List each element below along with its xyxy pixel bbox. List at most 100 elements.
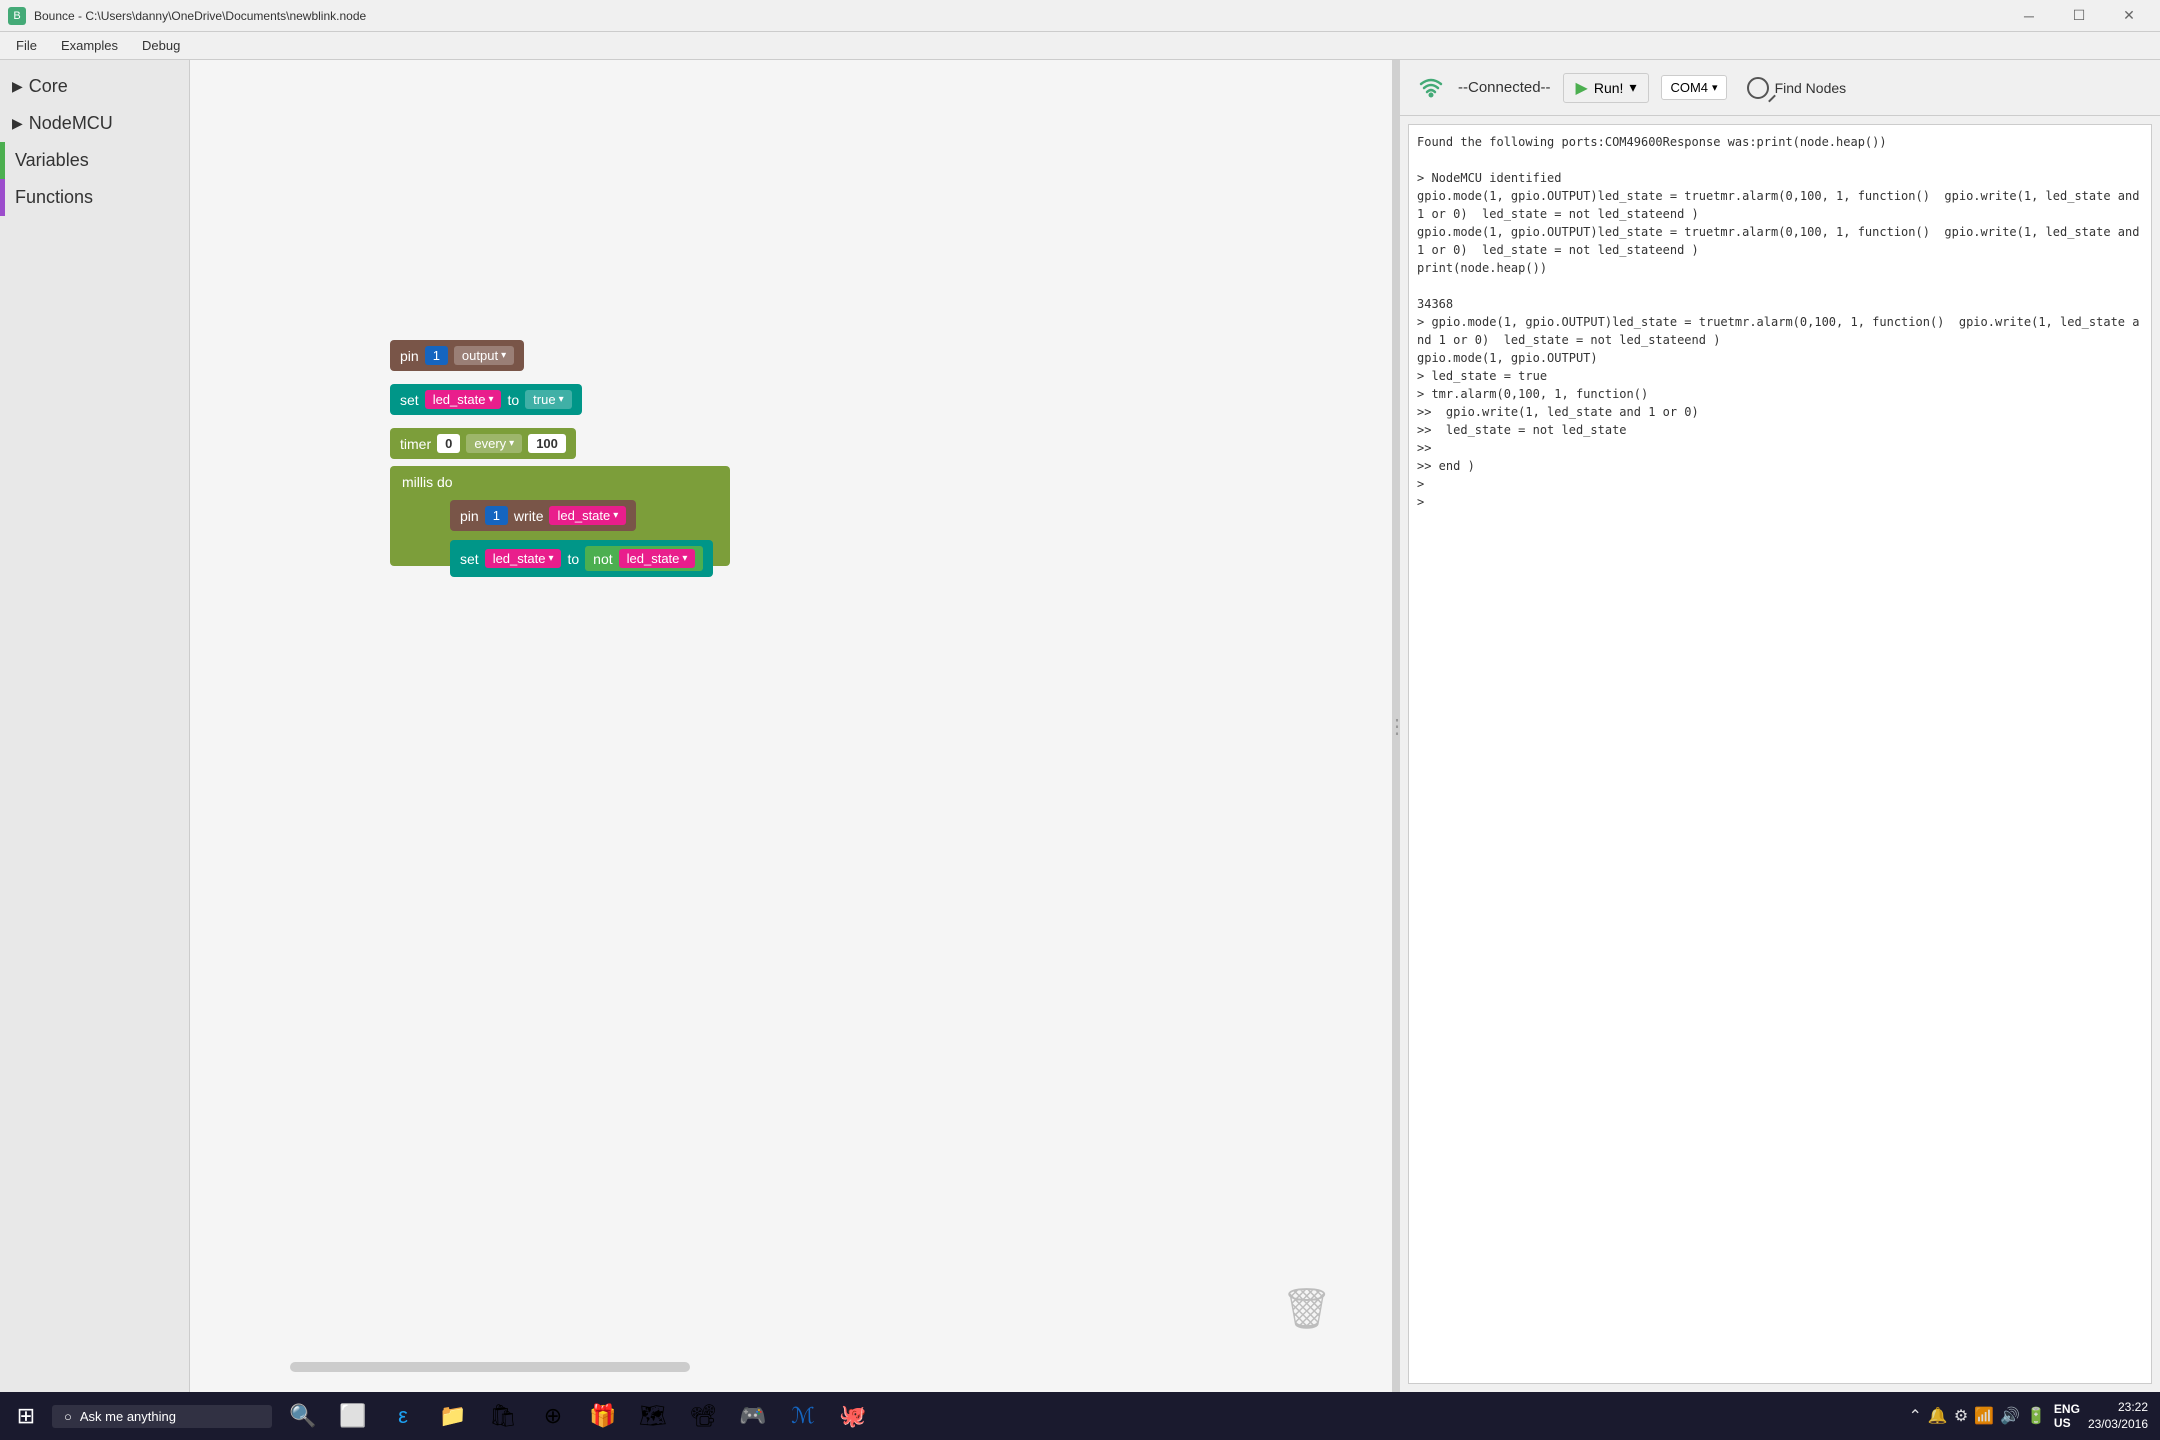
core-arrow-icon: ▶ <box>12 78 23 95</box>
tray-datetime: 23:22 23/03/2016 <box>2088 1399 2148 1433</box>
led-state-var-3[interactable]: led_state <box>485 549 562 568</box>
timer-block-body[interactable]: timer 0 every 100 <box>390 428 576 459</box>
taskbar-chrome[interactable]: ⊕ <box>530 1393 576 1439</box>
timer-id-value[interactable]: 0 <box>437 434 460 453</box>
set-block-body[interactable]: set led_state to true <box>390 384 582 415</box>
sidebar-core-label: Core <box>29 76 68 97</box>
taskbar-app11[interactable]: 🐙 <box>830 1393 876 1439</box>
pin-write-block-body[interactable]: pin 1 write led_state <box>450 500 636 531</box>
taskbar-app8[interactable]: 📽 <box>680 1393 726 1439</box>
taskbar-app9[interactable]: 🎮 <box>730 1393 776 1439</box>
led-state-var-4[interactable]: led_state <box>619 549 696 568</box>
console-line: gpio.mode(1, gpio.OUTPUT)led_state = tru… <box>1417 223 2143 259</box>
play-icon: ▶ <box>1576 78 1588 98</box>
console-line <box>1417 151 2143 169</box>
find-nodes-label: Find Nodes <box>1775 80 1847 96</box>
close-button[interactable]: ✕ <box>2106 0 2152 32</box>
canvas-area[interactable]: pin 1 output set led_state to true <box>190 60 1392 1392</box>
tray-settings-icon[interactable]: ⚙ <box>1954 1406 1968 1426</box>
run-button[interactable]: ▶ Run! ▾ <box>1563 73 1650 103</box>
set-label-2: set <box>460 551 479 567</box>
console-line: > <box>1417 475 2143 493</box>
timer-every-dropdown[interactable]: every <box>466 434 522 453</box>
set-not-block-body[interactable]: set led_state to not led_state <box>450 540 713 577</box>
sidebar-item-functions[interactable]: Functions <box>0 179 189 216</box>
taskbar-vscode[interactable]: ℳ <box>780 1393 826 1439</box>
tray-chevron-icon[interactable]: ⌃ <box>1908 1406 1921 1426</box>
com-port-select[interactable]: COM4 <box>1661 75 1726 100</box>
start-button[interactable]: ⊞ <box>0 1392 52 1440</box>
pin-write-block[interactable]: pin 1 write led_state <box>450 500 636 531</box>
tray-wifi-icon[interactable]: 📶 <box>1974 1406 1994 1426</box>
tray-volume-icon[interactable]: 🔊 <box>2000 1406 2020 1426</box>
console-line: print(node.heap()) <box>1417 259 2143 277</box>
canvas-scrollbar[interactable] <box>290 1362 690 1372</box>
pin-block-body[interactable]: pin 1 output <box>390 340 524 371</box>
console-line: Found the following ports:COM49600Respon… <box>1417 133 2143 151</box>
taskbar-edge[interactable]: ε <box>380 1393 426 1439</box>
title-bar: B Bounce - C:\Users\danny\OneDrive\Docum… <box>0 0 2160 32</box>
console-line: > led_state = true <box>1417 367 2143 385</box>
right-panel: --Connected-- ▶ Run! ▾ COM4 Find Nodes F… <box>1400 60 2160 1392</box>
console-line: > tmr.alarm(0,100, 1, function() <box>1417 385 2143 403</box>
taskbar-maps[interactable]: 🗺 <box>630 1393 676 1439</box>
taskbar-search[interactable]: ○ Ask me anything <box>52 1405 272 1428</box>
connected-label: --Connected-- <box>1458 79 1551 96</box>
tray-language: ENGUS <box>2054 1402 2080 1430</box>
panel-separator[interactable]: ⋮ <box>1392 60 1400 1392</box>
to-label-1: to <box>507 392 519 408</box>
timer-block[interactable]: timer 0 every 100 <box>390 428 576 459</box>
minimize-button[interactable]: ─ <box>2006 0 2052 32</box>
menu-debug[interactable]: Debug <box>130 34 192 57</box>
maximize-button[interactable]: ☐ <box>2056 0 2102 32</box>
pin-value[interactable]: 1 <box>425 346 448 365</box>
trash-icon[interactable]: 🗑 <box>1281 1285 1332 1332</box>
taskbar-cortana[interactable]: 🔍 <box>280 1393 326 1439</box>
true-dropdown[interactable]: true <box>525 390 571 409</box>
led-state-var-2[interactable]: led_state <box>549 506 626 525</box>
windows-icon: ⊞ <box>17 1403 35 1429</box>
set-not-block[interactable]: set led_state to not led_state <box>450 540 713 577</box>
pin-label: pin <box>400 348 419 364</box>
console-line: > NodeMCU identified <box>1417 169 2143 187</box>
sidebar-variables-label: Variables <box>15 150 89 171</box>
search-icon <box>1747 77 1769 99</box>
pin-block[interactable]: pin 1 output <box>390 340 524 371</box>
led-state-var-1[interactable]: led_state <box>425 390 502 409</box>
taskbar-folder[interactable]: 📁 <box>430 1393 476 1439</box>
not-block[interactable]: not led_state <box>585 546 703 571</box>
connection-bar: --Connected-- ▶ Run! ▾ COM4 Find Nodes <box>1400 60 2160 116</box>
timer-interval-value[interactable]: 100 <box>528 434 566 453</box>
tray-notification-icon[interactable]: 🔔 <box>1928 1406 1948 1426</box>
sidebar-item-variables[interactable]: Variables <box>0 142 189 179</box>
menu-examples[interactable]: Examples <box>49 34 130 57</box>
taskbar-task-view[interactable]: ⬜ <box>330 1393 376 1439</box>
console-line: >> <box>1417 439 2143 457</box>
nodemcu-arrow-icon: ▶ <box>12 115 23 132</box>
console-line: >> gpio.write(1, led_state and 1 or 0) <box>1417 403 2143 421</box>
set-block[interactable]: set led_state to true <box>390 384 582 415</box>
pin-write-value[interactable]: 1 <box>485 506 508 525</box>
run-dropdown-icon: ▾ <box>1629 79 1636 96</box>
canvas-workspace: pin 1 output set led_state to true <box>190 60 1392 1392</box>
pin-mode-dropdown[interactable]: output <box>454 346 514 365</box>
find-nodes-button[interactable]: Find Nodes <box>1739 73 1855 103</box>
search-circle-icon: ○ <box>64 1409 72 1424</box>
sidebar-nodemcu-label: NodeMCU <box>29 113 113 134</box>
sidebar-item-core[interactable]: ▶ Core <box>0 68 189 105</box>
menu-file[interactable]: File <box>4 34 49 57</box>
console-line: >> led_state = not led_state <box>1417 421 2143 439</box>
console-line: gpio.mode(1, gpio.OUTPUT) <box>1417 349 2143 367</box>
taskbar-tray: ⌃ 🔔 ⚙ 📶 🔊 🔋 ENGUS 23:22 23/03/2016 <box>1896 1399 2160 1433</box>
not-label: not <box>593 551 612 567</box>
com-port-value: COM4 <box>1670 80 1708 95</box>
menu-bar: File Examples Debug <box>0 32 2160 60</box>
taskbar-store[interactable]: 🛍 <box>480 1393 526 1439</box>
sidebar-item-nodemcu[interactable]: ▶ NodeMCU <box>0 105 189 142</box>
tray-battery-icon[interactable]: 🔋 <box>2026 1406 2046 1426</box>
to-label-2: to <box>567 551 579 567</box>
taskbar-app6[interactable]: 🎁 <box>580 1393 626 1439</box>
console-output[interactable]: Found the following ports:COM49600Respon… <box>1408 124 2152 1384</box>
taskbar: ⊞ ○ Ask me anything 🔍 ⬜ ε 📁 🛍 ⊕ 🎁 🗺 📽 🎮 … <box>0 1392 2160 1440</box>
console-line: > <box>1417 493 2143 511</box>
